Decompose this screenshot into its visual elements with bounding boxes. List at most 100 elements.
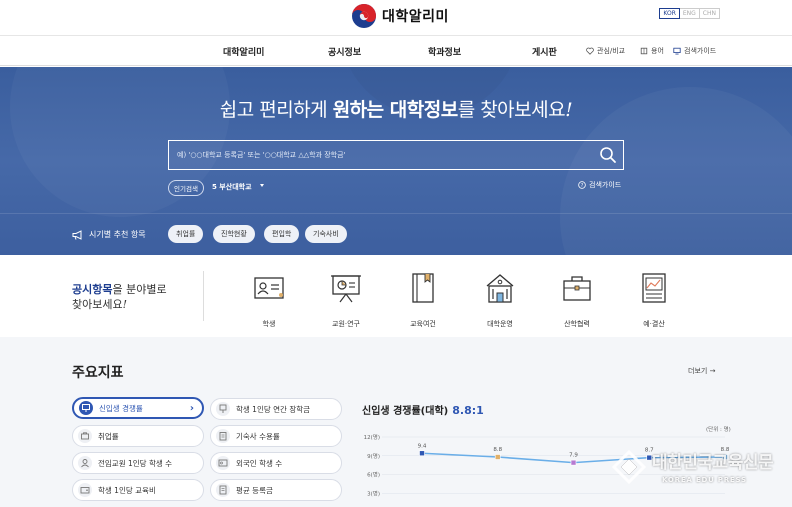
lang-kor[interactable]: KOR <box>659 8 680 19</box>
more-link-label: 더보기 <box>688 367 708 375</box>
category-cooperation-label: 산학협력 <box>564 320 590 328</box>
book-icon <box>640 47 648 55</box>
category-divider <box>203 271 204 321</box>
nav-item-daehak-alimi[interactable]: 대학알리미 <box>223 45 264 58</box>
lang-eng[interactable]: ENG <box>678 8 700 19</box>
chart-title: 신입생 경쟁률(대학) 8.8:1 <box>362 402 484 417</box>
indicator-label: 신입생 경쟁률 <box>99 403 143 413</box>
main-nav: 대학알리미 공시정보 학과정보 게시판 관심/비교 용어 검색가이드 <box>0 36 792 66</box>
category-university-operation[interactable]: 대학운영 <box>470 271 530 329</box>
nav-item-department[interactable]: 학과정보 <box>428 45 461 58</box>
thumb-icon <box>216 402 230 416</box>
heart-icon <box>586 47 594 55</box>
book-icon <box>412 273 434 303</box>
watermark-subtext: KOREA EDU PRESS <box>662 476 747 484</box>
category-education-conditions[interactable]: 교육여건 <box>393 271 453 329</box>
taegeuk-logo-icon <box>352 4 376 28</box>
y-tick-label: 12(명) <box>364 434 380 441</box>
indicator-label: 평균 등록금 <box>236 485 273 495</box>
hero-title-post: 를 찾아보세요 <box>457 99 566 121</box>
util-search-guide-label: 검색가이드 <box>684 47 717 55</box>
indicator-freshman-competition[interactable]: 신입생 경쟁률 › <box>72 397 204 419</box>
search-placeholder: 예) '○○대학교 등록금' 또는 '○○대학교 △△학과 장학금' <box>177 151 346 159</box>
recommend-chip-transfer[interactable]: 편입학 <box>264 225 300 243</box>
language-switcher: KOR ENG CHN <box>659 8 720 19</box>
chart-title-text: 신입생 경쟁률(대학) <box>362 406 449 417</box>
popular-search-tag: 인기검색 <box>168 180 204 196</box>
indicator-foreign-students[interactable]: 외국인 학생 수 <box>210 452 342 474</box>
search-guide-label: 검색가이드 <box>589 181 622 189</box>
category-student-label: 학생 <box>262 320 276 328</box>
util-favorites[interactable]: 관심/비교 <box>586 46 625 56</box>
category-intro-line1: 을 분야별로 <box>112 283 167 296</box>
popular-search-value[interactable]: 5 부산대학교 <box>212 182 252 192</box>
indicator-students-per-faculty[interactable]: 전임교원 1인당 학생 수 <box>72 452 204 474</box>
data-label: 8.8 <box>493 447 502 453</box>
briefcase-icon <box>563 276 591 301</box>
hero-divider <box>0 213 792 214</box>
chevron-down-icon[interactable] <box>260 184 264 187</box>
recommend-chip-employment[interactable]: 취업률 <box>168 225 204 243</box>
indicator-label: 취업률 <box>98 431 119 441</box>
indicator-dormitory-rate[interactable]: 기숙사 수용률 <box>210 425 342 447</box>
indicator-label: 학생 1인당 연간 장학금 <box>236 404 311 414</box>
more-link[interactable]: 더보기 → <box>688 366 715 376</box>
indicator-scholarship-per-student[interactable]: 학생 1인당 연간 장학금 <box>210 398 342 420</box>
category-industry-cooperation[interactable]: 산학협력 <box>547 271 607 329</box>
category-intro-line2: 찾아보세요 <box>72 298 123 311</box>
util-glossary[interactable]: 용어 <box>640 46 664 56</box>
indicator-label: 외국인 학생 수 <box>236 458 283 468</box>
indicators-title: 주요지표 <box>72 365 124 381</box>
chevron-right-icon: › <box>189 403 194 414</box>
presentation-icon <box>79 401 93 415</box>
category-intro-mark: ! <box>122 298 128 311</box>
util-glossary-label: 용어 <box>651 47 664 55</box>
university-building-icon <box>486 274 514 303</box>
press-watermark: 대한민국교육신문 KOREA EDU PRESS <box>612 446 782 492</box>
lang-chn[interactable]: CHN <box>698 8 720 19</box>
category-operation-label: 대학운영 <box>487 320 513 328</box>
category-intro-highlight: 공시항목 <box>72 283 113 296</box>
search-icon[interactable] <box>599 146 617 164</box>
logo-text: 대학알리미 <box>382 9 449 25</box>
category-budget-label: 예·결산 <box>643 320 665 328</box>
question-icon: ? <box>578 181 586 189</box>
site-logo[interactable]: 대학알리미 <box>351 3 449 29</box>
recommend-chip-advancement[interactable]: 진학현황 <box>213 225 255 243</box>
indicator-label: 기숙사 수용률 <box>236 431 280 441</box>
data-point <box>570 459 577 466</box>
hero-title-mark: ! <box>565 99 573 121</box>
monitor-icon <box>673 47 681 55</box>
category-faculty-research[interactable]: 교원·연구 <box>316 271 376 329</box>
category-student[interactable]: 학생 <box>239 271 299 329</box>
search-input[interactable]: 예) '○○대학교 등록금' 또는 '○○대학교 △△학과 장학금' <box>168 140 624 170</box>
id-card-icon <box>216 456 230 470</box>
presentation-board-icon <box>331 275 361 303</box>
hero-title: 쉽고 편리하게 원하는 대학정보를 찾아보세요! <box>0 95 792 122</box>
arrow-right-icon: → <box>709 367 716 375</box>
indicator-employment-rate[interactable]: 취업률 <box>72 425 204 447</box>
search-guide-link[interactable]: ? 검색가이드 <box>578 180 621 190</box>
category-section: 공시항목을 분야별로 찾아보세요! 학생 교원·연구 교육여건 대학운영 산학협… <box>0 255 792 337</box>
data-point <box>419 450 425 457</box>
category-intro: 공시항목을 분야별로 찾아보세요! <box>72 282 167 312</box>
person-icon <box>78 456 92 470</box>
y-tick-label: 9(명) <box>367 453 380 460</box>
y-tick-label: 6(명) <box>367 472 380 479</box>
nav-item-disclosure[interactable]: 공시정보 <box>328 45 361 58</box>
recommend-chip-dormitory[interactable]: 기숙사비 <box>305 225 347 243</box>
press-logo-icon <box>612 450 646 484</box>
document-icon <box>216 483 230 497</box>
chart-report-icon <box>642 273 666 303</box>
indicator-education-cost-per-student[interactable]: 학생 1인당 교육비 <box>72 479 204 501</box>
indicator-label: 학생 1인당 교육비 <box>98 485 156 495</box>
category-budget-settlement[interactable]: 예·결산 <box>624 271 684 329</box>
megaphone-icon <box>72 229 82 240</box>
hero-title-bold: 원하는 대학정보 <box>332 99 458 121</box>
nav-item-board[interactable]: 게시판 <box>532 45 557 58</box>
util-search-guide[interactable]: 검색가이드 <box>673 46 716 56</box>
watermark-text: 대한민국교육신문 <box>652 453 774 473</box>
indicator-label: 전임교원 1인당 학생 수 <box>98 458 173 468</box>
y-tick-label: 3(명) <box>367 490 380 497</box>
indicator-average-tuition[interactable]: 평균 등록금 <box>210 479 342 501</box>
